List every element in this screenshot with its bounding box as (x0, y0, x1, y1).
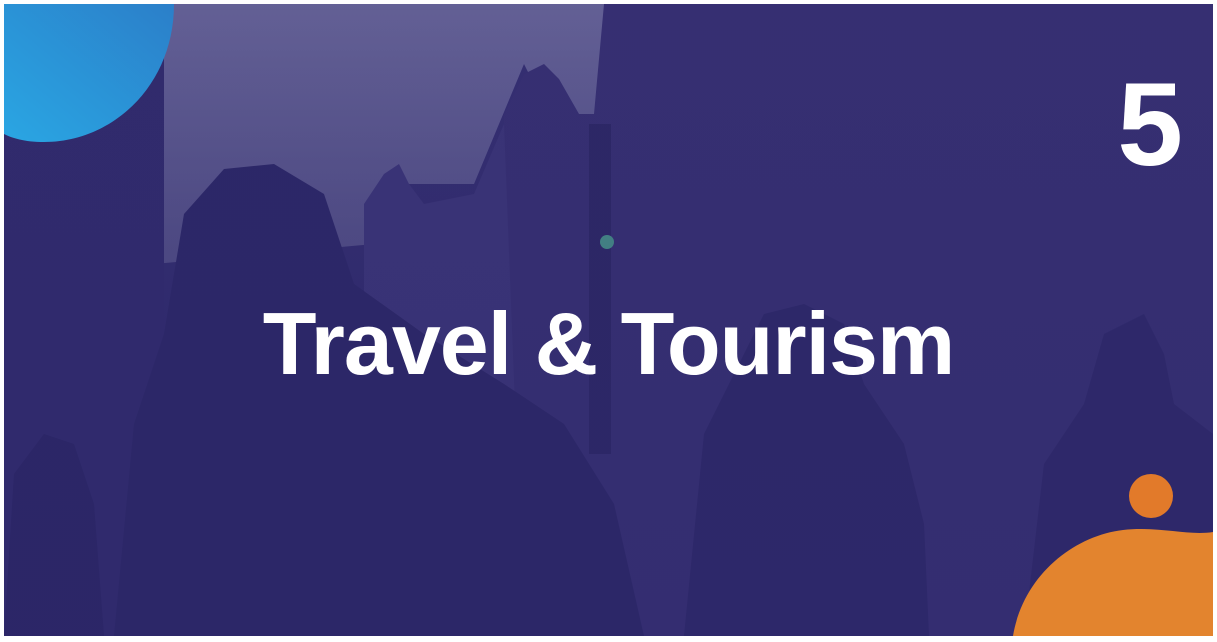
blue-blob-shape-icon (4, 4, 174, 142)
slide-title: Travel & Tourism (262, 294, 955, 393)
slide-number: 5 (1117, 59, 1183, 191)
video-frame: 5 Travel & Tourism (4, 4, 1213, 636)
orange-blob-shape-icon (1013, 474, 1213, 636)
